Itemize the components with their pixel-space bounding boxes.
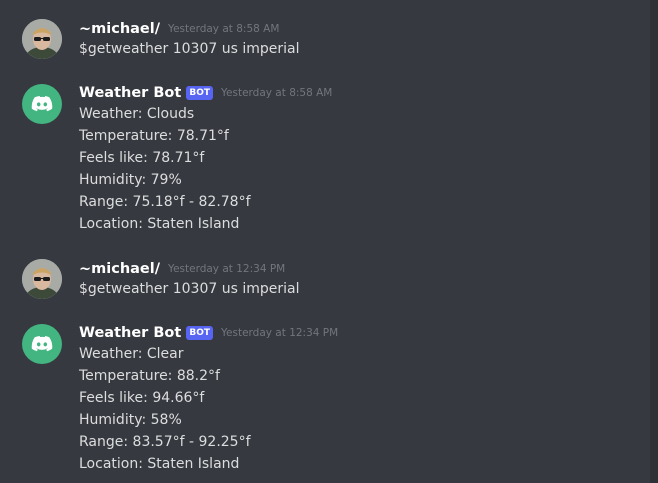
- bot-badge: BOT: [186, 326, 213, 340]
- timestamp[interactable]: Yesterday at 8:58 AM: [221, 87, 332, 99]
- message-text: Humidity: 58%: [79, 412, 182, 428]
- avatar[interactable]: [22, 84, 62, 124]
- message-header: Weather Bot BOT Yesterday at 8:58 AM: [79, 83, 332, 103]
- message-text: Range: 75.18°f - 82.78°f: [79, 194, 251, 210]
- message-header: Weather Bot BOT Yesterday at 12:34 PM: [79, 323, 338, 343]
- avatar[interactable]: [22, 259, 62, 299]
- bot-badge: BOT: [186, 86, 213, 100]
- message-header: ~michael/ Yesterday at 8:58 AM: [79, 19, 279, 39]
- user-photo-avatar: [22, 259, 62, 299]
- message-text: Temperature: 88.2°f: [79, 368, 220, 384]
- timestamp[interactable]: Yesterday at 12:34 PM: [168, 263, 285, 275]
- scrollbar[interactable]: [650, 0, 658, 483]
- username[interactable]: ~michael/: [79, 21, 160, 37]
- message-text: Location: Staten Island: [79, 456, 240, 472]
- message-text: Feels like: 78.71°f: [79, 150, 205, 166]
- username[interactable]: ~michael/: [79, 261, 160, 277]
- message-text: Location: Staten Island: [79, 216, 240, 232]
- message-header: ~michael/ Yesterday at 12:34 PM: [79, 259, 285, 279]
- timestamp[interactable]: Yesterday at 12:34 PM: [221, 327, 338, 339]
- discord-logo-icon: [31, 96, 53, 112]
- message-text: Temperature: 78.71°f: [79, 128, 229, 144]
- avatar[interactable]: [22, 19, 62, 59]
- discord-logo-icon: [31, 336, 53, 352]
- timestamp[interactable]: Yesterday at 8:58 AM: [168, 23, 279, 35]
- message-text: $getweather 10307 us imperial: [79, 281, 300, 297]
- message-text: Weather: Clouds: [79, 106, 195, 122]
- message-text: $getweather 10307 us imperial: [79, 41, 300, 57]
- message-text: Humidity: 79%: [79, 172, 182, 188]
- message-text: Feels like: 94.66°f: [79, 390, 205, 406]
- avatar[interactable]: [22, 324, 62, 364]
- user-photo-avatar: [22, 19, 62, 59]
- message-text: Range: 83.57°f - 92.25°f: [79, 434, 251, 450]
- username[interactable]: Weather Bot: [79, 325, 181, 341]
- message-text: Weather: Clear: [79, 346, 184, 362]
- username[interactable]: Weather Bot: [79, 85, 181, 101]
